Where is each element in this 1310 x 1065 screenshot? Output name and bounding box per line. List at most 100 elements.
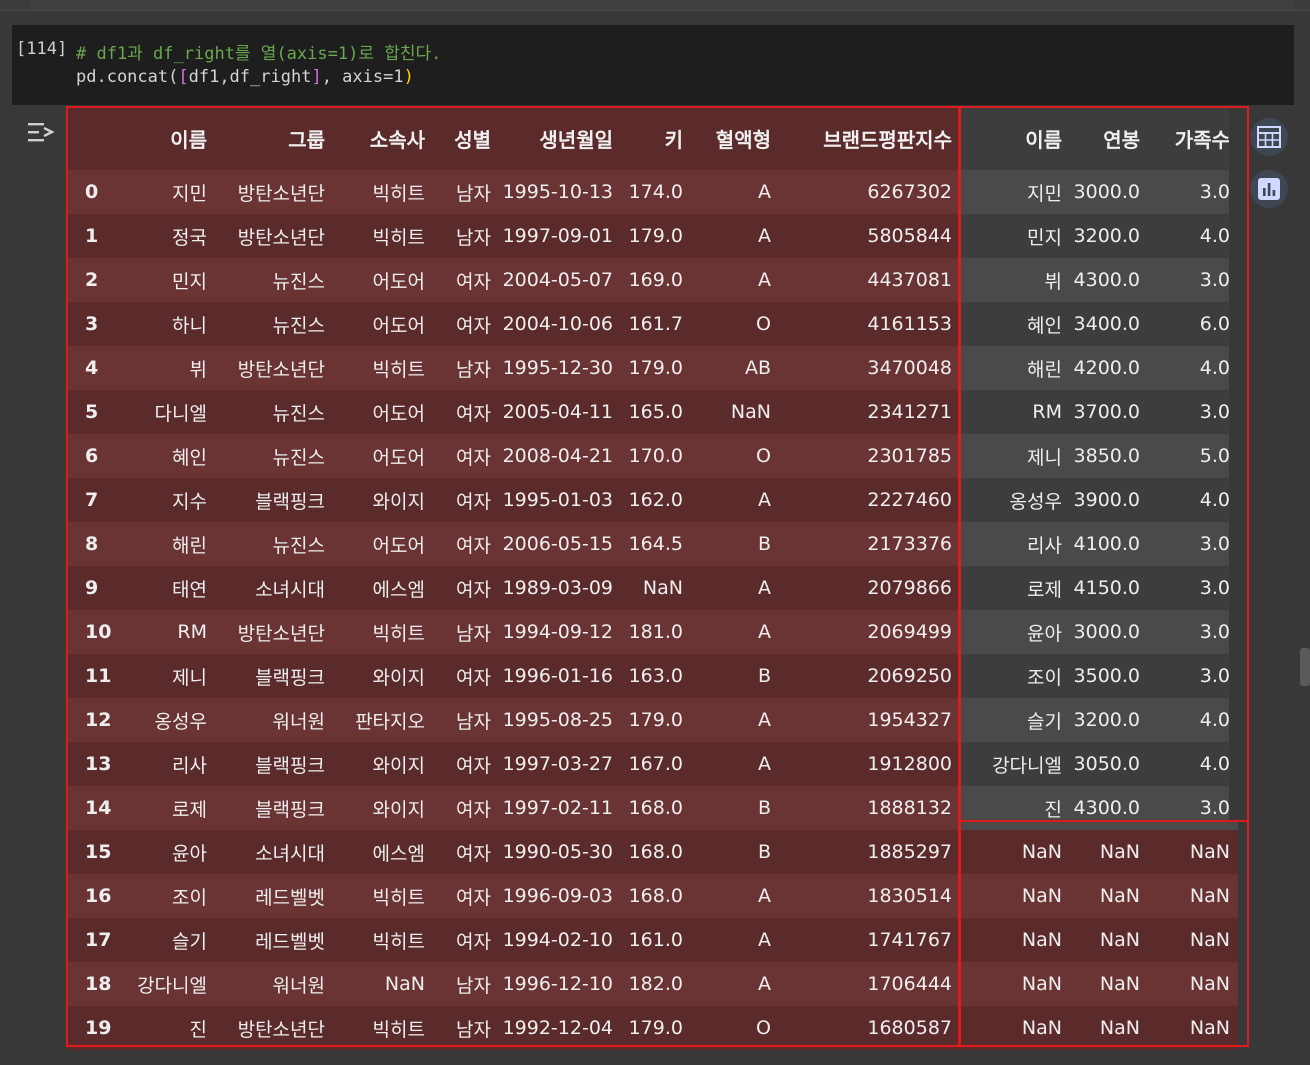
table-cell: A: [691, 258, 779, 302]
table-cell: 3.0: [1148, 258, 1238, 302]
table-cell: 여자: [433, 786, 499, 830]
table-row: 13 리사 블랙핑크 와이지 여자 1997-03-27 167.0 A 1912800 강다니엘…: [67, 742, 1238, 786]
column-header: 연봉: [1070, 106, 1148, 170]
table-cell: B: [691, 786, 779, 830]
row-index: 2: [67, 258, 123, 302]
column-header: 이름: [960, 106, 1070, 170]
table-cell: NaN: [691, 390, 779, 434]
table-cell: 3050.0: [1070, 742, 1148, 786]
row-index: 8: [67, 522, 123, 566]
execution-count: [114]: [16, 39, 68, 59]
code-statement[interactable]: pd.concat([df1,df_right], axis=1): [76, 67, 414, 87]
table-cell: 3500.0: [1070, 654, 1148, 698]
table-cell: 빅히트: [333, 1006, 433, 1050]
table-cell: 뉴진스: [215, 390, 333, 434]
table-row: 19 진 방탄소년단 빅히트 남자 1992-12-04 179.0 O 1680587 NaN N…: [67, 1006, 1238, 1050]
table-cell: 방탄소년단: [215, 346, 333, 390]
table-cell: 1997-09-01: [499, 214, 621, 258]
table-cell: 4150.0: [1070, 566, 1148, 610]
table-cell: 리사: [960, 522, 1070, 566]
table-cell: 3900.0: [1070, 478, 1148, 522]
table-cell: 179.0: [621, 1006, 691, 1050]
top-toolbar-inner: [30, 0, 1294, 10]
table-cell: 여자: [433, 390, 499, 434]
table-cell: 민지: [960, 214, 1070, 258]
table-cell: 3400.0: [1070, 302, 1148, 346]
table-cell: 판타지오: [333, 698, 433, 742]
column-header: 브랜드평판지수: [779, 106, 960, 170]
code-comment[interactable]: # df1과 df_right를 열(axis=1)로 합친다.: [76, 39, 441, 64]
table-row: 3 하니 뉴진스 어도어 여자 2004-10-06 161.7 O 4161153 혜인 3400…: [67, 302, 1238, 346]
table-cell: 남자: [433, 346, 499, 390]
table-cell: 1912800: [779, 742, 960, 786]
table-row: 18 강다니엘 워너원 NaN 남자 1996-12-10 182.0 A 1706444 NaN…: [67, 962, 1238, 1006]
table-cell: 2079866: [779, 566, 960, 610]
row-index: 11: [67, 654, 123, 698]
table-cell: 4100.0: [1070, 522, 1148, 566]
table-cell: 뉴진스: [215, 302, 333, 346]
table-cell: 조이: [960, 654, 1070, 698]
row-index: 10: [67, 610, 123, 654]
table-cell: 여자: [433, 258, 499, 302]
table-cell: NaN: [960, 1006, 1070, 1050]
table-cell: 워너원: [215, 962, 333, 1006]
row-index: 14: [67, 786, 123, 830]
table-cell: 뉴진스: [215, 522, 333, 566]
table-cell: AB: [691, 346, 779, 390]
row-index: 0: [67, 170, 123, 214]
dataframe-table: 이름 그룹 소속사 성별 생년월일 키 혈액형 브랜드평판지수 이름 연봉 가족수 0 지민 방탄소년단…: [67, 106, 1238, 1050]
table-cell: 167.0: [621, 742, 691, 786]
table-cell: NaN: [1070, 874, 1148, 918]
table-row: 5 다니엘 뉴진스 어도어 여자 2005-04-11 165.0 NaN 2341271 RM 3…: [67, 390, 1238, 434]
table-cell: A: [691, 170, 779, 214]
table-row: 6 혜인 뉴진스 어도어 여자 2008-04-21 170.0 O 2301785 제니 3850…: [67, 434, 1238, 478]
table-row: 0 지민 방탄소년단 빅히트 남자 1995-10-13 174.0 A 6267302 지민 30…: [67, 170, 1238, 214]
table-cell: O: [691, 434, 779, 478]
table-cell: 지민: [123, 170, 215, 214]
table-cell: 태연: [123, 566, 215, 610]
table-cell: 여자: [433, 302, 499, 346]
table-cell: 빅히트: [333, 874, 433, 918]
table-cell: NaN: [1070, 962, 1148, 1006]
table-cell: 슬기: [960, 698, 1070, 742]
scrollbar-thumb[interactable]: [1300, 648, 1310, 686]
table-cell: A: [691, 214, 779, 258]
top-toolbar: [0, 0, 1310, 11]
table-cell: 3.0: [1148, 170, 1238, 214]
table-cell: 남자: [433, 698, 499, 742]
table-cell: 블랙핑크: [215, 786, 333, 830]
table-cell: 여자: [433, 874, 499, 918]
code-cell[interactable]: [114] # df1과 df_right를 열(axis=1)로 합친다. p…: [12, 25, 1294, 105]
table-cell: 지수: [123, 478, 215, 522]
column-header: 성별: [433, 106, 499, 170]
table-cell: 여자: [433, 566, 499, 610]
table-cell: 해린: [123, 522, 215, 566]
table-row: 15 윤아 소녀시대 에스엠 여자 1990-05-30 168.0 B 1885297 NaN N…: [67, 830, 1238, 874]
table-cell: 1706444: [779, 962, 960, 1006]
table-cell: 뉴진스: [215, 434, 333, 478]
table-cell: 강다니엘: [960, 742, 1070, 786]
table-body: 0 지민 방탄소년단 빅히트 남자 1995-10-13 174.0 A 6267302 지민 30…: [67, 170, 1238, 1050]
table-cell: 옹성우: [960, 478, 1070, 522]
table-cell: NaN: [1148, 874, 1238, 918]
table-cell: 3.0: [1148, 566, 1238, 610]
table-view-button[interactable]: [1250, 118, 1288, 156]
table-cell: 1997-02-11: [499, 786, 621, 830]
row-index: 4: [67, 346, 123, 390]
table-row: 2 민지 뉴진스 어도어 여자 2004-05-07 169.0 A 4437081 뷔 4300.…: [67, 258, 1238, 302]
table-cell: 여자: [433, 918, 499, 962]
table-cell: 169.0: [621, 258, 691, 302]
table-cell: 뷔: [960, 258, 1070, 302]
table-cell: 빅히트: [333, 918, 433, 962]
row-index: 15: [67, 830, 123, 874]
table-cell: 179.0: [621, 698, 691, 742]
row-index: 17: [67, 918, 123, 962]
table-cell: 1989-03-09: [499, 566, 621, 610]
table-cell: 170.0: [621, 434, 691, 478]
chart-view-button[interactable]: [1250, 170, 1288, 208]
table-cell: 1996-12-10: [499, 962, 621, 1006]
table-cell: 5805844: [779, 214, 960, 258]
column-header: 소속사: [333, 106, 433, 170]
table-cell: 제니: [123, 654, 215, 698]
output-collapse-icon[interactable]: [22, 114, 58, 150]
